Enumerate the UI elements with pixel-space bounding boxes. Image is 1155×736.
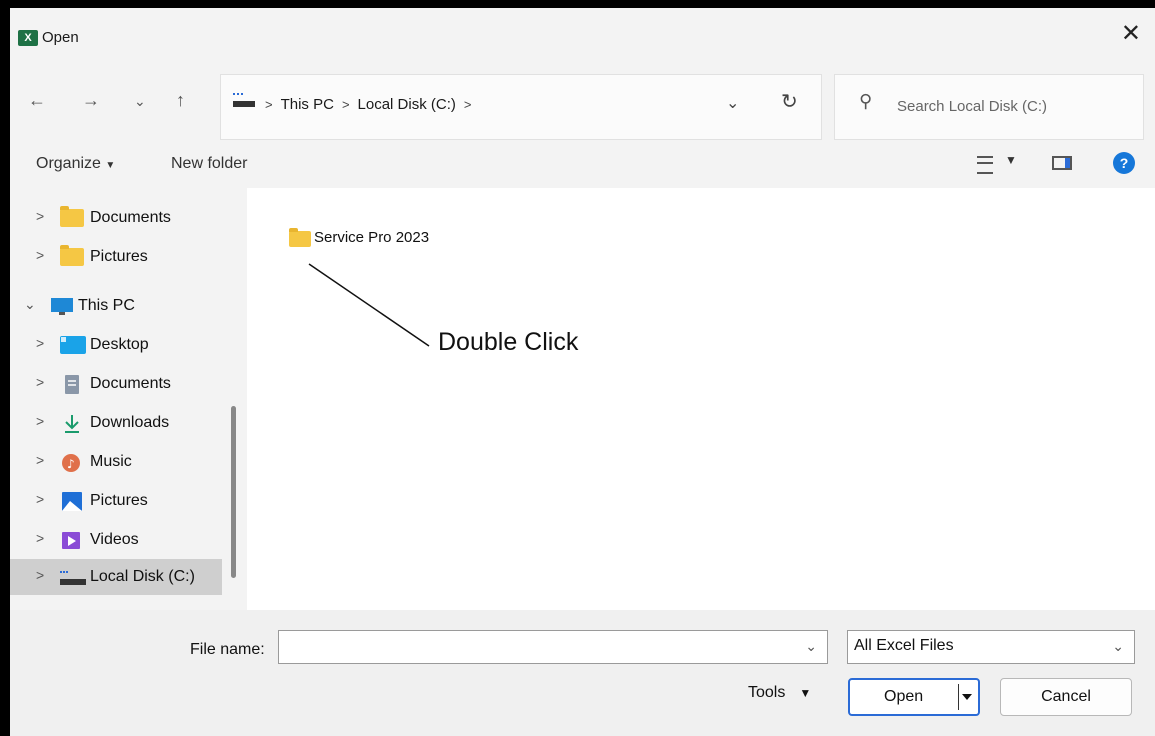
title-bar: X Open ✕ bbox=[10, 8, 1155, 60]
drive-icon bbox=[60, 568, 86, 586]
preview-pane-icon[interactable] bbox=[1052, 156, 1072, 170]
navigation-row: ← → ⌄ ↑ > This PC > Local Disk (C:) > ⌄ … bbox=[10, 68, 1155, 140]
sidebar-item-pictures[interactable]: > Pictures bbox=[10, 239, 222, 275]
expand-chevron-icon[interactable]: > bbox=[36, 208, 44, 224]
tools-label: Tools bbox=[748, 684, 786, 701]
sidebar-item-music[interactable]: > ♪ Music bbox=[10, 444, 222, 480]
expand-chevron-icon[interactable]: > bbox=[36, 335, 44, 351]
open-button[interactable]: Open bbox=[848, 678, 980, 716]
refresh-icon[interactable]: ↻ bbox=[781, 89, 798, 114]
breadcrumb: > This PC > Local Disk (C:) > bbox=[265, 96, 472, 113]
drive-icon bbox=[233, 93, 255, 107]
organize-label: Organize bbox=[36, 155, 101, 172]
search-icon: ⚲ bbox=[859, 91, 873, 111]
back-arrow-icon[interactable]: ← bbox=[28, 90, 46, 111]
tools-dropdown-icon: ▼ bbox=[799, 686, 812, 700]
expand-chevron-icon[interactable]: > bbox=[36, 247, 44, 263]
expand-chevron-icon[interactable]: > bbox=[36, 491, 44, 507]
navigation-pane: > Documents > Pictures ⌄ This PC > Deskt… bbox=[10, 188, 245, 610]
address-bar[interactable]: > This PC > Local Disk (C:) > ⌄ ↻ bbox=[220, 74, 822, 140]
dialog-title: Open bbox=[42, 29, 79, 46]
svg-text:♪: ♪ bbox=[67, 457, 75, 471]
sidebar-item-local-disk[interactable]: > Local Disk (C:) bbox=[10, 559, 222, 595]
expand-chevron-icon[interactable]: > bbox=[36, 374, 44, 390]
address-dropdown-icon[interactable]: ⌄ bbox=[726, 93, 739, 113]
collapse-chevron-icon[interactable]: ⌄ bbox=[24, 296, 36, 313]
expand-chevron-icon[interactable]: > bbox=[36, 413, 44, 429]
file-name-field[interactable]: ⌄ bbox=[278, 630, 828, 664]
open-split-dropdown-icon[interactable] bbox=[958, 684, 975, 710]
open-button-label: Open bbox=[884, 688, 924, 705]
command-bar: Organize ▼ New folder ▼ ? bbox=[10, 139, 1155, 187]
sidebar-item-label: This PC bbox=[78, 297, 135, 314]
sidebar-item-label: Videos bbox=[90, 531, 139, 548]
excel-icon: X bbox=[18, 30, 38, 46]
file-type-value: All Excel Files bbox=[854, 637, 954, 654]
sidebar-item-label: Music bbox=[90, 453, 132, 470]
folder-icon bbox=[60, 206, 84, 227]
folder-icon bbox=[60, 245, 84, 266]
cancel-button[interactable]: Cancel bbox=[1000, 678, 1132, 716]
annotation-line bbox=[308, 263, 430, 347]
file-type-select[interactable]: All Excel Files ⌄ bbox=[847, 630, 1135, 664]
sidebar-item-label: Pictures bbox=[90, 492, 148, 509]
music-icon: ♪ bbox=[60, 453, 84, 472]
sidebar-item-desktop[interactable]: > Desktop bbox=[10, 327, 222, 363]
cancel-button-label: Cancel bbox=[1041, 688, 1091, 705]
sidebar-item-documents[interactable]: > Documents bbox=[10, 200, 222, 236]
sidebar-item-videos[interactable]: > Videos bbox=[10, 522, 222, 558]
expand-chevron-icon[interactable]: > bbox=[36, 452, 44, 468]
sidebar-item-label: Desktop bbox=[90, 336, 149, 353]
file-type-dropdown-icon: ⌄ bbox=[1112, 638, 1124, 654]
open-dialog: X Open ✕ ← → ⌄ ↑ > This PC > Local Disk … bbox=[10, 8, 1155, 736]
sidebar-scrollbar[interactable] bbox=[231, 406, 236, 578]
file-name-input[interactable] bbox=[283, 631, 797, 663]
breadcrumb-this-pc[interactable]: This PC bbox=[281, 96, 334, 113]
sidebar-item-label: Local Disk (C:) bbox=[90, 568, 195, 585]
desktop-icon bbox=[60, 336, 86, 354]
pictures-icon bbox=[60, 492, 84, 511]
sidebar-item-label: Pictures bbox=[90, 248, 148, 265]
annotation-text: Double Click bbox=[438, 328, 579, 356]
close-icon[interactable]: ✕ bbox=[1121, 22, 1141, 46]
documents-icon bbox=[60, 375, 84, 394]
search-placeholder: Search Local Disk (C:) bbox=[897, 98, 1048, 115]
download-icon bbox=[60, 414, 84, 433]
sidebar-item-downloads[interactable]: > Downloads bbox=[10, 405, 222, 441]
file-name-dropdown-icon[interactable]: ⌄ bbox=[805, 638, 817, 655]
expand-chevron-icon[interactable]: > bbox=[36, 567, 44, 583]
sidebar-item-pictures-pc[interactable]: > Pictures bbox=[10, 483, 222, 519]
videos-icon bbox=[60, 531, 84, 549]
up-arrow-icon[interactable]: ↑ bbox=[176, 90, 185, 111]
computer-icon bbox=[50, 297, 74, 315]
new-folder-button[interactable]: New folder bbox=[171, 155, 247, 173]
expand-chevron-icon[interactable]: > bbox=[36, 530, 44, 546]
sidebar-item-label: Downloads bbox=[90, 414, 170, 431]
help-icon[interactable]: ? bbox=[1113, 152, 1135, 174]
tools-button[interactable]: Tools ▼ bbox=[748, 684, 811, 702]
sidebar-item-label: Documents bbox=[90, 209, 171, 226]
view-options-icon[interactable] bbox=[977, 156, 993, 174]
sidebar-item-label: Documents bbox=[90, 375, 171, 392]
file-list-pane: Service Pro 2023 Double Click bbox=[247, 188, 1155, 610]
forward-arrow-icon[interactable]: → bbox=[82, 90, 100, 111]
search-box[interactable]: ⚲ Search Local Disk (C:) bbox=[834, 74, 1144, 140]
organize-button[interactable]: Organize ▼ bbox=[36, 155, 115, 173]
sidebar-item-documents-pc[interactable]: > Documents bbox=[10, 366, 222, 402]
sidebar-item-this-pc[interactable]: ⌄ This PC bbox=[10, 288, 222, 324]
view-dropdown-icon[interactable]: ▼ bbox=[1005, 153, 1017, 167]
breadcrumb-local-disk[interactable]: Local Disk (C:) bbox=[358, 96, 456, 113]
dialog-footer: File name: ⌄ All Excel Files ⌄ Tools ▼ Op… bbox=[10, 610, 1155, 736]
recent-locations-chevron-icon[interactable]: ⌄ bbox=[134, 93, 146, 110]
file-name-label: File name: bbox=[190, 641, 265, 658]
